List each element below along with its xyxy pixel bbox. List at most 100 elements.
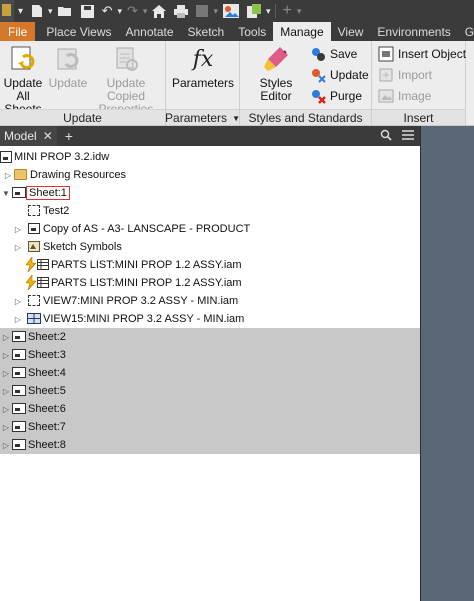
app-logo-icon bbox=[0, 0, 14, 22]
lightning-warning-icon bbox=[25, 256, 37, 275]
parameters-panel-title[interactable]: Parameters ▼ bbox=[165, 109, 240, 125]
tab-file[interactable]: File bbox=[0, 22, 36, 41]
tab-manage[interactable]: Manage bbox=[273, 22, 331, 41]
app-menu-icon[interactable]: ▾ bbox=[14, 0, 27, 22]
tree-root[interactable]: MINI PROP 3.2.idw bbox=[0, 148, 420, 166]
sheet-icon bbox=[12, 439, 26, 450]
purge-styles-label: Purge bbox=[330, 89, 363, 103]
appearance-icon[interactable] bbox=[219, 0, 243, 22]
save-styles-button[interactable]: Save bbox=[310, 44, 357, 64]
tree-item-sketch-symbols[interactable]: ▷ Sketch Symbols bbox=[0, 238, 420, 256]
expand-arrow-icon[interactable]: ▷ bbox=[2, 405, 10, 414]
sheet-icon bbox=[12, 403, 26, 414]
fx-icon: fx bbox=[192, 46, 214, 72]
graphics-window[interactable] bbox=[420, 126, 474, 601]
close-icon[interactable]: ✕ bbox=[43, 129, 53, 143]
model-browser-tree: MINI PROP 3.2.idw ▷ Drawing Resources ▼ … bbox=[0, 146, 420, 601]
tree-item-parts-list-1[interactable]: PARTS LIST:MINI PROP 1.2 ASSY.iam bbox=[0, 256, 420, 274]
undo-icon[interactable]: ↶ bbox=[98, 0, 117, 22]
update-styles-label: Update bbox=[330, 68, 369, 82]
tree-item-label: Sheet:4 bbox=[28, 367, 66, 379]
tree-item-sheet-1[interactable]: ▼ Sheet:1 bbox=[0, 184, 420, 202]
tab-environments[interactable]: Environments bbox=[370, 22, 457, 41]
expand-arrow-icon[interactable]: ▷ bbox=[2, 351, 10, 360]
open-icon[interactable] bbox=[54, 0, 77, 22]
search-icon[interactable] bbox=[380, 129, 392, 144]
tab-sketch[interactable]: Sketch bbox=[181, 22, 232, 41]
menu-icon[interactable] bbox=[402, 129, 414, 143]
tree-item-label: Copy of AS - A3- LANSCAPE - PRODUCT bbox=[43, 223, 251, 235]
new-icon[interactable] bbox=[27, 0, 47, 22]
sheet-icon bbox=[12, 349, 26, 360]
measure-icon[interactable] bbox=[192, 0, 212, 22]
update-button[interactable]: Update bbox=[48, 44, 88, 90]
collapse-arrow-icon[interactable]: ▼ bbox=[2, 189, 10, 198]
tree-item-sheet-4[interactable]: ▷ Sheet:4 bbox=[0, 364, 420, 382]
expand-arrow-icon[interactable]: ▷ bbox=[2, 441, 10, 450]
tree-item-label: Test2 bbox=[43, 205, 70, 217]
tree-item-title-block[interactable]: ▷ Copy of AS - A3- LANSCAPE - PRODUCT bbox=[0, 220, 420, 238]
save-icon[interactable] bbox=[77, 0, 98, 22]
update-all-sheets-button[interactable]: Update All Sheets bbox=[0, 44, 46, 116]
add-icon[interactable]: + bbox=[279, 0, 296, 22]
tree-item-sheet-7[interactable]: ▷ Sheet:7 bbox=[0, 418, 420, 436]
update-copied-properties-icon bbox=[111, 44, 141, 74]
tree-item-sheet-6[interactable]: ▷ Sheet:6 bbox=[0, 400, 420, 418]
tree-item-parts-list-2[interactable]: PARTS LIST:MINI PROP 1.2 ASSY.iam bbox=[0, 274, 420, 292]
tree-item-view-7[interactable]: ▷ VIEW7:MINI PROP 3.2 ASSY - MIN.iam bbox=[0, 292, 420, 310]
expand-arrow-icon[interactable]: ▷ bbox=[4, 171, 12, 180]
folder-icon bbox=[14, 169, 27, 180]
styles-and-standards-panel-title: Styles and Standards bbox=[240, 109, 371, 125]
parameters-button[interactable]: fx Parameters bbox=[168, 44, 238, 90]
sketch-symbols-icon bbox=[28, 241, 40, 252]
print-icon[interactable] bbox=[170, 0, 192, 22]
border-icon bbox=[28, 205, 40, 216]
image-button[interactable]: Image bbox=[378, 86, 431, 106]
purge-styles-button[interactable]: Purge bbox=[310, 86, 362, 106]
tree-item-label: Sheet:6 bbox=[28, 403, 66, 415]
material-icon[interactable] bbox=[243, 0, 265, 22]
expand-arrow-icon[interactable]: ▷ bbox=[14, 315, 22, 324]
lightning-warning-icon bbox=[25, 274, 37, 293]
import-button[interactable]: Import bbox=[378, 65, 432, 85]
expand-arrow-icon[interactable]: ▷ bbox=[14, 225, 22, 234]
tree-item-sheet-5[interactable]: ▷ Sheet:5 bbox=[0, 382, 420, 400]
tab-get[interactable]: Get bbox=[458, 22, 474, 41]
tree-root-label: MINI PROP 3.2.idw bbox=[14, 151, 110, 163]
tree-item-sheet-2[interactable]: ▷ Sheet:2 bbox=[0, 328, 420, 346]
parts-list-icon bbox=[37, 277, 49, 288]
add-browser-icon[interactable]: + bbox=[65, 128, 73, 144]
insert-object-button[interactable]: Insert Object bbox=[378, 44, 466, 64]
tree-item-label: Sheet:2 bbox=[28, 331, 66, 343]
styles-and-standards-panel: Styles Editor Save Update Purge Styles a… bbox=[240, 41, 372, 125]
styles-editor-button[interactable]: Styles Editor bbox=[243, 44, 309, 103]
save-styles-label: Save bbox=[330, 47, 358, 61]
tree-item-border[interactable]: Test2 bbox=[0, 202, 420, 220]
expand-arrow-icon[interactable]: ▷ bbox=[2, 333, 10, 342]
model-browser-tab[interactable]: Model ✕ bbox=[0, 126, 57, 146]
tree-item-view-15[interactable]: ▷ VIEW15:MINI PROP 3.2 ASSY - MIN.iam bbox=[0, 310, 420, 328]
tree-item-drawing-resources[interactable]: ▷ Drawing Resources bbox=[0, 166, 420, 184]
update-styles-button[interactable]: Update bbox=[310, 65, 369, 85]
expand-arrow-icon[interactable]: ▷ bbox=[2, 387, 10, 396]
tab-tools[interactable]: Tools bbox=[231, 22, 273, 41]
home-icon[interactable] bbox=[148, 0, 170, 22]
quick-access-toolbar: ▾ ▾ ↶ ▾ ↷ ▾ ▾ ▾ + ▾ bbox=[0, 0, 474, 22]
tab-view[interactable]: View bbox=[331, 22, 371, 41]
tree-item-sheet-3[interactable]: ▷ Sheet:3 bbox=[0, 346, 420, 364]
tab-place-views[interactable]: Place Views bbox=[39, 22, 118, 41]
expand-arrow-icon[interactable]: ▷ bbox=[2, 423, 10, 432]
tree-item-label: Sketch Symbols bbox=[43, 241, 122, 253]
expand-arrow-icon[interactable]: ▷ bbox=[2, 369, 10, 378]
tab-annotate[interactable]: Annotate bbox=[119, 22, 181, 41]
insert-object-icon bbox=[378, 46, 394, 62]
customize-dropdown-icon[interactable]: ▾ bbox=[296, 0, 303, 22]
tree-item-sheet-8[interactable]: ▷ Sheet:8 bbox=[0, 436, 420, 454]
material-dropdown-icon[interactable]: ▾ bbox=[265, 0, 272, 22]
insert-object-label: Insert Object bbox=[398, 47, 467, 61]
expand-arrow-icon[interactable]: ▷ bbox=[14, 297, 22, 306]
redo-icon[interactable]: ↷ bbox=[123, 0, 142, 22]
expand-arrow-icon[interactable]: ▷ bbox=[14, 243, 22, 252]
update-copied-properties-button[interactable]: Update Copied Properties bbox=[88, 44, 164, 116]
parameters-panel-dropdown-icon: ▼ bbox=[232, 113, 240, 123]
